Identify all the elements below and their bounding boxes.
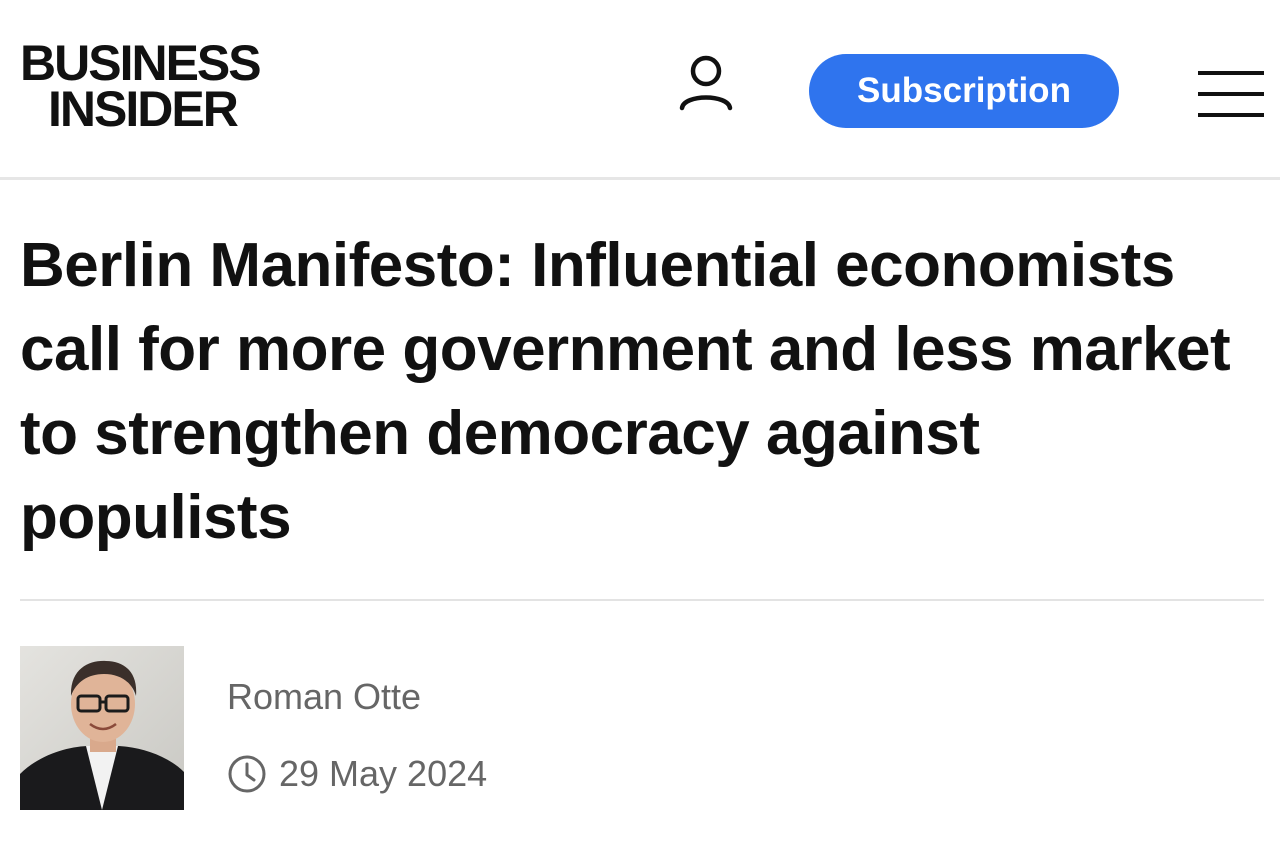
divider	[20, 599, 1264, 601]
subscription-button[interactable]: Subscription	[809, 54, 1119, 128]
logo-line-1: BUSINESS	[20, 35, 262, 91]
hamburger-menu-icon[interactable]	[1198, 71, 1264, 117]
menu-bar	[1198, 113, 1264, 117]
logo-line-2: INSIDER	[48, 81, 239, 137]
author-name[interactable]: Roman Otte	[227, 676, 421, 718]
page: BUSINESS INSIDER Subscription Berlin Man…	[0, 0, 1280, 849]
date-text: 29 May 2024	[279, 753, 488, 794]
site-header: BUSINESS INSIDER Subscription	[0, 0, 1280, 180]
publish-date: 29 May 2024	[227, 752, 487, 796]
article-headline: Berlin Manifesto: Influential economists…	[20, 231, 1231, 552]
clock-icon	[228, 755, 266, 793]
user-icon[interactable]	[676, 52, 736, 114]
business-insider-logo[interactable]: BUSINESS INSIDER	[20, 35, 290, 137]
menu-bar	[1198, 71, 1264, 75]
author-photo	[20, 646, 184, 810]
menu-bar	[1198, 92, 1264, 96]
